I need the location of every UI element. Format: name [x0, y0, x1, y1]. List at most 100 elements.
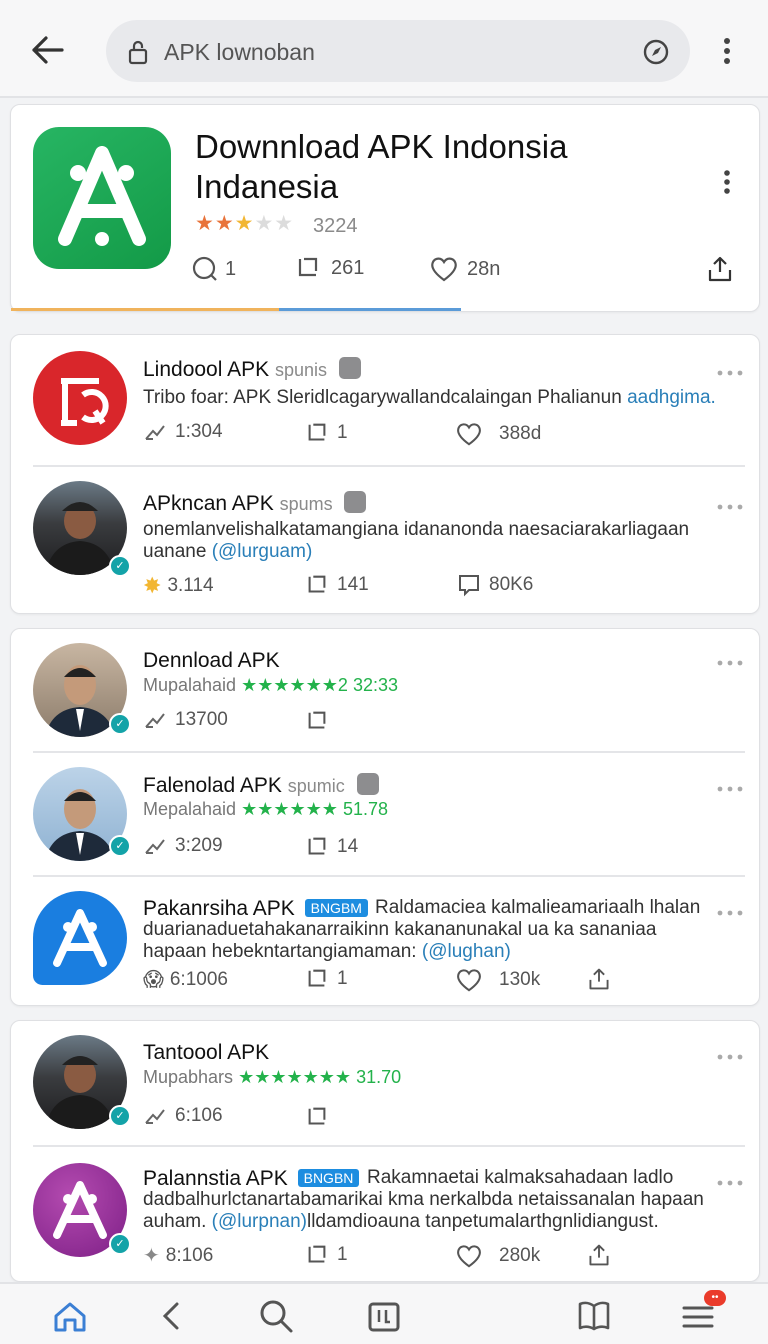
comment-button[interactable]: 1 — [191, 255, 236, 283]
comment-count: 1 — [225, 257, 237, 280]
comment-count: 80K6 — [489, 574, 534, 595]
repost-icon — [308, 969, 326, 987]
rating-score: 32:33 — [352, 675, 398, 695]
repost-count: 141 — [337, 574, 369, 595]
repost-button[interactable] — [305, 1105, 337, 1129]
heart-icon — [457, 969, 481, 992]
back-icon[interactable] — [152, 1296, 192, 1336]
repost-button[interactable]: 1 — [305, 1243, 348, 1267]
like-button[interactable]: 388d — [455, 421, 541, 447]
list-item[interactable]: ✓ Palannstia APK BNGBN Rakamnaetai kalma… — [11, 1147, 759, 1283]
more-horizontal-icon[interactable] — [715, 499, 745, 510]
post-handle: spunis — [274, 360, 327, 380]
verified-icon: ✓ — [109, 1105, 131, 1127]
more-horizontal-icon[interactable] — [715, 365, 745, 376]
address-search-bar[interactable]: APK lownoban — [106, 20, 690, 82]
view-stat[interactable]: ✦ 8:106 — [143, 1243, 213, 1268]
list-item[interactable]: ✓ APkncan APK spums onemlanvelishalkatam… — [11, 467, 759, 615]
rating-score: 51.78 — [342, 799, 388, 819]
sparkle-icon: ✦ — [143, 1245, 160, 1267]
view-stat[interactable]: 3:209 — [143, 835, 223, 857]
chart-icon — [145, 839, 165, 854]
post-handle: spumic — [287, 776, 345, 796]
share-button[interactable] — [707, 255, 733, 283]
post-author: Lindoool APK — [143, 358, 270, 381]
search-icon[interactable] — [256, 1296, 296, 1336]
repost-count: 1 — [337, 1244, 348, 1265]
verified-icon: ✓ — [109, 1233, 131, 1255]
repost-button[interactable]: 1 — [305, 967, 348, 991]
post-link[interactable]: aadhgima. — [627, 387, 716, 408]
compass-icon[interactable] — [642, 38, 670, 71]
share-icon — [589, 1244, 609, 1266]
repost-button[interactable]: 1 — [305, 421, 348, 445]
badge-icon — [356, 773, 379, 795]
repost-button[interactable]: 261 — [295, 255, 364, 281]
like-count: 280k — [499, 1245, 541, 1266]
view-count: 1:304 — [175, 421, 223, 442]
comment-icon — [459, 575, 479, 597]
post-group-card: ✓ Tantoool APK Mupabhars ★★★★★★★ 31.70 6… — [10, 1020, 760, 1282]
like-button[interactable]: 130k — [455, 967, 540, 993]
more-horizontal-icon[interactable] — [715, 781, 745, 792]
view-count: 6:106 — [175, 1105, 223, 1126]
share-button[interactable] — [587, 967, 619, 991]
view-stat[interactable]: ✸ 3.114 — [143, 573, 214, 599]
post-link[interactable]: (@lurpnan) — [212, 1211, 307, 1232]
list-item[interactable]: Lindoool APK spunis Tribo foar: APK Sler… — [11, 335, 759, 465]
post-meta: Mepalahaid — [143, 799, 237, 819]
share-button[interactable] — [587, 1243, 619, 1267]
view-count: 3.114 — [167, 575, 214, 596]
view-stat[interactable]: 13700 — [143, 709, 228, 731]
list-item[interactable]: Pakanrsiha APK BNGBM Raldamaciea kalmali… — [11, 877, 759, 1007]
heart-icon — [457, 1245, 481, 1268]
lock-icon — [128, 39, 148, 70]
emoji-icon: 😱 — [143, 969, 164, 991]
repost-button[interactable]: 14 — [305, 835, 358, 859]
more-horizontal-icon[interactable] — [715, 1175, 745, 1186]
overflow-menu-icon[interactable] — [716, 34, 738, 68]
verified-icon: ✓ — [109, 555, 131, 577]
rating-score: 31.70 — [356, 1067, 402, 1087]
post-link[interactable]: (@lurguam) — [212, 541, 313, 562]
post-link[interactable]: (@lughan) — [422, 941, 511, 962]
tabs-icon[interactable] — [364, 1296, 404, 1336]
more-horizontal-icon[interactable] — [715, 655, 745, 666]
more-horizontal-icon[interactable] — [715, 1049, 745, 1060]
repost-icon — [308, 1245, 326, 1263]
home-icon[interactable] — [50, 1296, 90, 1336]
repost-count: 1 — [337, 422, 348, 443]
list-item[interactable]: ✓ Falenolad APK spumic Mepalahaid ★★★★★★… — [11, 753, 759, 875]
more-horizontal-icon[interactable] — [715, 905, 745, 916]
view-stat[interactable]: 6:106 — [143, 1105, 223, 1127]
repost-count: 14 — [337, 836, 359, 857]
bottom-navigation: •• — [0, 1282, 768, 1344]
post-text-continued: lldamdioauna tanpetumalarthgnlidiangust. — [306, 1211, 659, 1232]
post-text: Tribo foar: APK Sleridlcagarywallandcala… — [143, 387, 622, 408]
search-input-text[interactable]: APK lownoban — [164, 39, 315, 66]
list-item[interactable]: ✓ Dennload APK Mupalahaid ★★★★★★2 32:33 … — [11, 629, 759, 751]
list-item[interactable]: ✓ Tantoool APK Mupabhars ★★★★★★★ 31.70 6… — [11, 1021, 759, 1145]
post-group-card: ✓ Dennload APK Mupalahaid ★★★★★★2 32:33 … — [10, 628, 760, 1006]
notification-badge: •• — [704, 1290, 726, 1306]
like-count: 388d — [499, 423, 542, 444]
view-stat[interactable]: 1:304 — [143, 421, 223, 443]
chart-icon — [145, 713, 165, 728]
bookmark-icon[interactable] — [574, 1296, 614, 1336]
repost-count: 261 — [331, 256, 365, 279]
app-logo-icon — [33, 127, 171, 269]
like-count: 28n — [467, 257, 501, 280]
badge-icon — [344, 491, 367, 513]
rating-count: 3224 — [313, 215, 358, 237]
post-author: Falenolad APK — [143, 774, 282, 797]
repost-icon — [308, 1107, 326, 1125]
like-button[interactable]: 28n — [429, 255, 500, 283]
more-vertical-icon[interactable] — [717, 167, 737, 202]
like-button[interactable]: 280k — [455, 1243, 540, 1269]
view-stat[interactable]: 😱 6:1006 — [143, 967, 228, 992]
comment-button[interactable]: 80K6 — [457, 573, 533, 597]
back-arrow-icon[interactable] — [26, 30, 70, 70]
menu-icon[interactable]: •• — [678, 1290, 726, 1336]
repost-button[interactable]: 141 — [305, 573, 369, 597]
repost-button[interactable] — [305, 709, 337, 733]
